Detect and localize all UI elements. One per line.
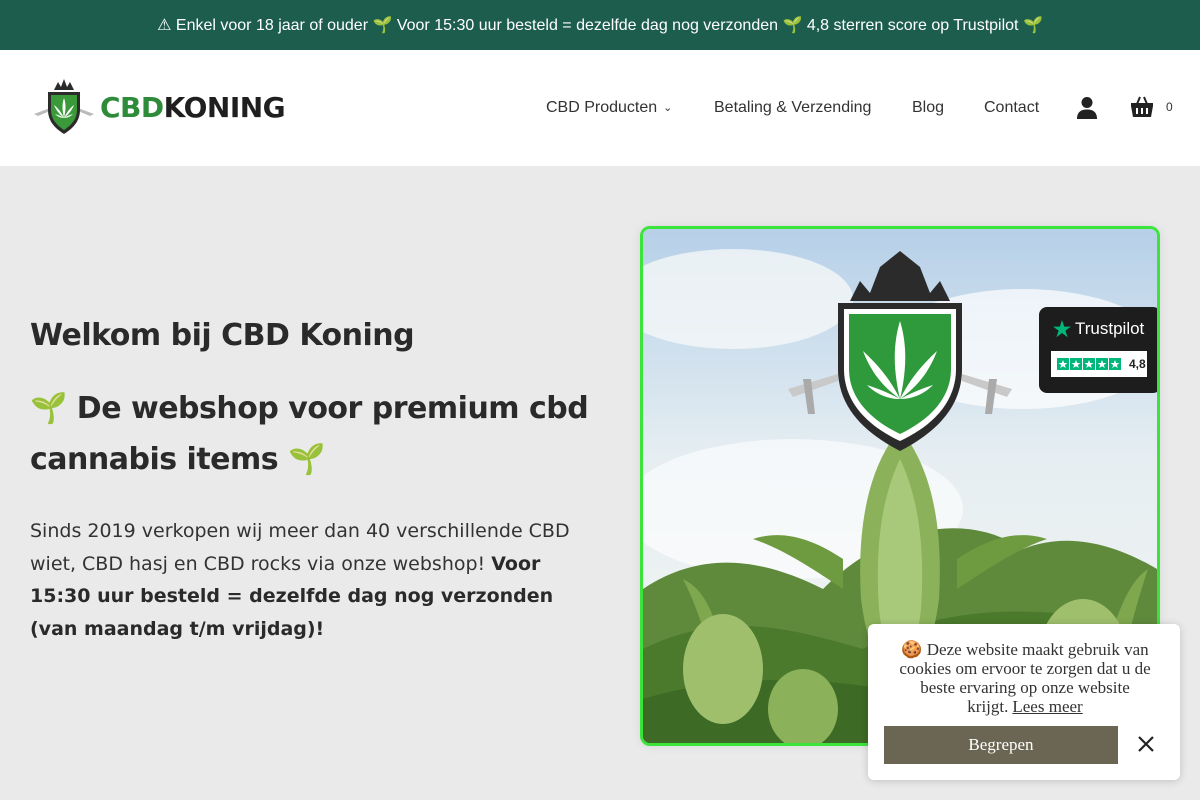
nav-item-cbd-producten[interactable]: CBD Producten ⌄ xyxy=(546,99,672,117)
trustpilot-score: 4,8 xyxy=(1129,357,1146,371)
cookie-read-more-link[interactable]: Lees meer xyxy=(1012,697,1082,716)
trustpilot-brand: Trustpilot xyxy=(1075,319,1145,338)
close-icon[interactable] xyxy=(1136,734,1156,754)
cart-button[interactable]: 0 xyxy=(1130,96,1173,118)
nav-item-betaling-verzending[interactable]: Betaling & Verzending xyxy=(714,99,871,117)
basket-icon xyxy=(1131,96,1153,117)
trustpilot-badge: Trustpilot 4,8 xyxy=(1039,307,1157,393)
hero-text: Welkom bij CBD Koning 🌱 De webshop voor … xyxy=(30,318,590,645)
nav-item-blog[interactable]: Blog xyxy=(912,99,944,117)
cookie-accept-button[interactable]: Begrepen xyxy=(884,726,1118,764)
hero-text-regular: Sinds 2019 verkopen wij meer dan 40 vers… xyxy=(30,520,570,575)
cookie-message: 🍪 Deze website maakt gebruik van cookies… xyxy=(884,640,1166,716)
main-nav: CBD Producten ⌄ Betaling & Verzending Blo… xyxy=(0,50,1200,166)
announcement-bar: ⚠ Enkel voor 18 jaar of ouder 🌱 Voor 15:… xyxy=(0,0,1200,50)
cookie-banner: 🍪 Deze website maakt gebruik van cookies… xyxy=(868,624,1180,780)
hero-paragraph: Sinds 2019 verkopen wij meer dan 40 vers… xyxy=(30,515,590,645)
announcement-text: ⚠ Enkel voor 18 jaar of ouder 🌱 Voor 15:… xyxy=(157,17,1043,34)
rating-stars-icon xyxy=(1057,357,1121,370)
star-icon xyxy=(1053,320,1071,338)
chevron-down-icon: ⌄ xyxy=(663,102,673,114)
nav-item-contact[interactable]: Contact xyxy=(984,99,1039,117)
cart-count: 0 xyxy=(1166,100,1173,114)
hero-title: Welkom bij CBD Koning xyxy=(30,318,415,353)
site-header: CBDKONING CBD Producten ⌄ Betaling & Verz… xyxy=(0,50,1200,166)
hero-subtitle: 🌱 De webshop voor premium cbd cannabis i… xyxy=(30,391,589,477)
user-icon[interactable] xyxy=(1076,96,1098,120)
nav-item-label: CBD Producten xyxy=(546,99,658,116)
